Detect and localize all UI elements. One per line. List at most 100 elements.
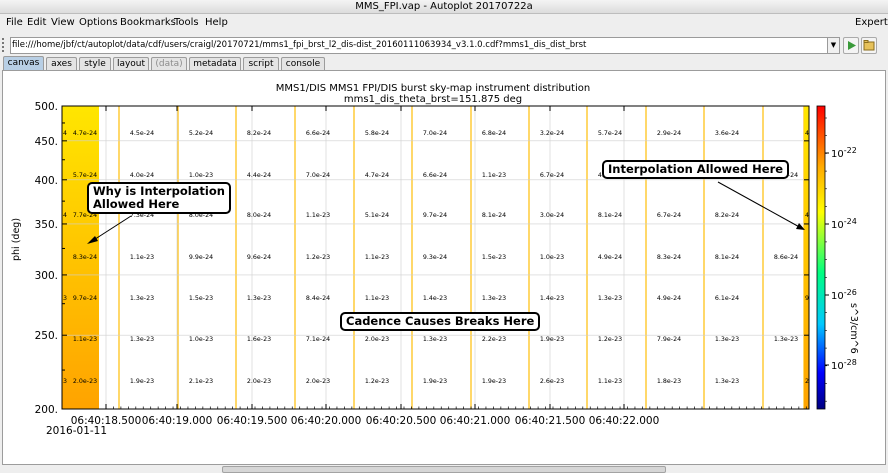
window-title: MMS_FPI.vap - Autoplot 20170722a [0,0,888,14]
menu-help[interactable]: Help [205,16,228,30]
tab-canvas[interactable]: canvas [3,56,44,70]
cell-value-label: 5.2e-24 [189,130,213,137]
tab-console[interactable]: console [281,57,325,70]
cell-value-label: 1.1e-23 [482,172,506,179]
cell-value-label: 2.0e-23 [247,378,271,385]
spectrogram-bin-edge [804,106,809,409]
cell-value-label: 1.5e-23 [482,254,506,261]
cell-value-label: 8.1e-24 [598,212,622,219]
tab-data[interactable]: (data) [151,57,187,70]
cell-value-label: 4.9e-24 [657,295,681,302]
menu-file[interactable]: File [6,16,23,30]
cell-value-label: 8.0e-24 [247,212,271,219]
x-tick-label: 06:40:20.500 [366,415,437,427]
cell-value-label: 1.1e-23 [365,254,389,261]
cell-value-label: 1.3e-23 [482,295,506,302]
cell-value-label: 5.8e-24 [365,130,389,137]
cell-value-label: 1.0e-23 [189,336,213,343]
spectrogram-plot: 4 4.7e-24 4.5e-24 5.2e-24 8.2e-24 6.6e-24 5.8e… [35,101,857,437]
tab-layout[interactable]: layout [113,57,149,70]
menu-edit[interactable]: Edit [27,16,46,30]
cell-value-label: 6.6e-24 [423,172,447,179]
cell-value-label: 2.2e-23 [482,336,506,343]
cell-value-label: 9 [805,295,809,302]
y-tick-label: 350. [35,219,58,231]
colorbar-label: s^3/cm^6 [848,303,859,354]
menu-bookmarks[interactable]: Bookmarks [120,16,176,30]
menu-expert[interactable]: Expert [855,16,888,30]
cell-value-label: 2 [805,378,809,385]
menu-tools[interactable]: Tools [174,16,199,30]
cell-value-label: 1.3e-23 [598,295,622,302]
y-tick-label: 200. [35,404,58,416]
y-tick-label: 300. [35,270,58,282]
tab-style[interactable]: style [79,57,111,70]
cell-value-label: 1.4e-23 [423,295,447,302]
x-tick-label: 06:40:21.000 [440,415,511,427]
cell-value-label: 1.9e-23 [482,378,506,385]
cell-value-label: 1.8e-23 [657,378,681,385]
cell-value-label: 7.9e-24 [657,336,681,343]
cell-value-label: 3.0e-24 [540,212,564,219]
cell-value-label: 1.3e-23 [247,295,271,302]
address-dropdown-button[interactable]: ▼ [827,37,840,54]
cell-value-label: 4.4e-24 [247,172,271,179]
cell-value-label: 4.0e-24 [130,172,154,179]
annotation-interpolation-allowed[interactable]: Interpolation Allowed Here [602,160,790,179]
x-tick-label: 06:40:19.000 [142,415,213,427]
annotation-why-interpolation[interactable]: Why is Interpolation Allowed Here [87,182,231,214]
x-tick-label: 06:40:19.500 [217,415,288,427]
colorbar-tick-label: 10-24 [831,217,857,231]
cell-value-label: 1.9e-23 [130,378,154,385]
go-button[interactable] [843,37,859,54]
y-tick-label: 450. [35,136,58,148]
folder-icon [863,40,875,51]
cell-value-label: 3.2e-24 [540,130,564,137]
cell-value-label: 2.6e-23 [540,378,564,385]
tab-axes[interactable]: axes [46,57,77,70]
play-icon [848,41,856,50]
cell-value-label: 1.2e-23 [365,378,389,385]
cell-value-label: 6.7e-24 [657,212,681,219]
cell-value-label: 1.2e-23 [598,336,622,343]
cell-value-label: 6.7e-24 [540,172,564,179]
cell-value-label: 1.1e-23 [130,254,154,261]
address-field[interactable]: file:///home/jbf/ct/autoplot/data/cdf/us… [10,37,828,54]
plot-canvas[interactable]: MMS1/DIS MMS1 FPI/DIS burst sky-map inst… [2,70,886,465]
cell-value-label: 1.3e-23 [774,336,798,343]
cell-value-label: 6.1e-24 [715,295,739,302]
cell-value-label: 1.0e-23 [189,172,213,179]
colorbar-tick-label: 10-22 [831,146,857,160]
tab-script[interactable]: script [243,57,279,70]
cell-value-label: 3.6e-24 [715,130,739,137]
cell-value-label: 7.0e-24 [306,172,330,179]
cell-value-label: 8.6e-24 [774,254,798,261]
colorbar [816,105,826,410]
cell-value-label: 1.5e-23 [189,295,213,302]
cell-value-label: 7.1e-24 [306,336,330,343]
cell-value-label: 4.7e-24 [365,172,389,179]
x-tick-label: 06:40:21.500 [515,415,586,427]
cell-value-label: 5.7e-24 [73,172,97,179]
cell-value-label: 2.1e-23 [189,378,213,385]
tab-metadata[interactable]: metadata [189,57,241,70]
cell-value-label: 4 [805,212,809,219]
cell-value-label: 4 [63,130,67,137]
horizontal-scrollbar[interactable] [222,466,666,473]
x-date-label: 2016-01-11 [46,425,107,437]
menu-view[interactable]: View [51,16,75,30]
cell-value-label: 4.7e-24 [73,130,97,137]
cell-value-label: 9.7e-24 [423,212,447,219]
browse-button[interactable] [861,37,877,54]
menu-options[interactable]: Options [79,16,118,30]
annotation-cadence-breaks[interactable]: Cadence Causes Breaks Here [340,312,541,331]
cell-value-label: 7.0e-24 [423,130,447,137]
cell-value-label: 1.3e-23 [423,336,447,343]
colorbar-tick-label: 10-28 [831,358,857,372]
cell-value-label: 2.9e-24 [657,130,681,137]
y-tick-label: 400. [35,175,58,187]
cell-value-label: 9.3e-24 [423,254,447,261]
cell-value-label: 6.8e-24 [482,130,506,137]
drag-handle-icon [2,38,9,52]
cell-value-label: 1.4e-23 [540,295,564,302]
